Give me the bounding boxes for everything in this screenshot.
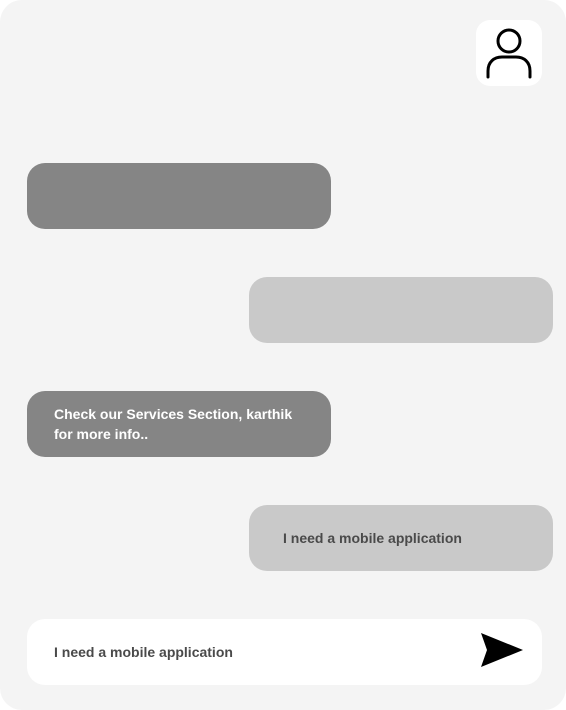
message-text: I need a mobile application: [283, 530, 462, 546]
user-icon: [485, 26, 533, 80]
message-bubble-outgoing: I need a mobile application: [249, 505, 553, 571]
message-bubble-incoming: Check our Services Section, karthik for …: [27, 391, 331, 457]
message-text: Check our Services Section, karthik for …: [54, 406, 293, 442]
avatar[interactable]: [476, 20, 542, 86]
message-input[interactable]: [54, 642, 454, 662]
message-bubble-incoming: [27, 163, 331, 229]
message-bubble-outgoing: [249, 277, 553, 343]
chat-window: Check our Services Section, karthik for …: [0, 0, 566, 710]
send-icon: [480, 632, 524, 673]
message-composer: [27, 619, 542, 685]
send-button[interactable]: [477, 632, 527, 673]
